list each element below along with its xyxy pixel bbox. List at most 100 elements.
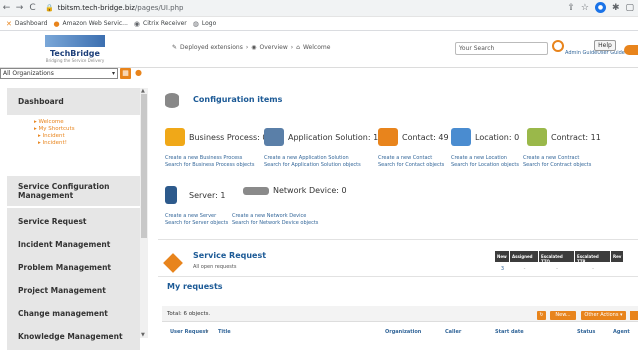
logo-mark <box>45 35 105 47</box>
chevron-down-icon: ▾ <box>111 70 115 77</box>
breadcrumb-item[interactable]: Deployed extensions <box>180 44 243 51</box>
wrench-icon: ✎ <box>172 44 178 51</box>
sr-column-header[interactable]: New <box>495 251 509 262</box>
search-link[interactable]: Search for Contact objects <box>378 162 444 169</box>
breadcrumb-separator: › <box>245 44 249 51</box>
breadcrumb-item[interactable]: Overview <box>259 44 287 51</box>
other-actions-button[interactable]: Other Actions ▾ <box>581 311 626 320</box>
ci-label: Location: 0 <box>475 132 520 142</box>
logo-tagline: Bridging the Service Delivery <box>45 58 105 63</box>
ci-application-solution[interactable]: Application Solution: 11 <box>264 128 383 146</box>
network-device-icon <box>243 186 269 195</box>
bookmark-logo[interactable]: ◍ Logo <box>193 20 217 28</box>
sidebar-item-dashboard[interactable]: Dashboard <box>7 88 140 116</box>
address-bar[interactable]: tbitsm.tech-bridge.biz/pages/UI.php <box>58 4 184 12</box>
share-icon[interactable]: ⇪ <box>567 3 575 13</box>
breadcrumb-item[interactable]: Welcome <box>303 44 330 51</box>
sidebar-scrollbar[interactable]: ▲ ▼ <box>140 88 148 338</box>
new-button[interactable]: New... <box>550 311 576 320</box>
ci-label: Contact: 49 <box>402 132 449 142</box>
search-link[interactable]: Search for Application Solution objects <box>264 162 361 169</box>
search-input[interactable]: Your Search <box>455 42 548 55</box>
sidebar-item-service-configuration[interactable]: Service Configuration Management <box>7 176 140 207</box>
column-status[interactable]: Status <box>577 329 595 335</box>
submenu-item-welcome[interactable]: Welcome <box>34 119 140 126</box>
submenu-item-incident2[interactable]: Incident! <box>34 140 140 147</box>
window-icon[interactable]: ▢ <box>625 3 634 13</box>
techbridge-logo[interactable]: TechBridge Bridging the Service Delivery <box>28 33 122 65</box>
service-request-header: New Assigned Escalated TTO Escalated TTR… <box>495 251 624 264</box>
ci-label: Server: 1 <box>189 190 226 200</box>
search-link[interactable]: Search for Server objects <box>165 220 228 227</box>
search-icon[interactable] <box>552 40 564 52</box>
service-request-title: Service Request <box>193 251 267 260</box>
sr-column-header[interactable]: Escalated TTO <box>539 251 574 264</box>
bookmark-label: Amazon Web Servic... <box>62 20 128 27</box>
search-link[interactable]: Search for Business Process objects <box>165 162 254 169</box>
logo-text: TechBridge <box>50 49 100 58</box>
lock-icon[interactable]: 🔒 <box>45 4 54 12</box>
breadcrumb: ✎ Deployed extensions › ◉ Overview › ⌂ W… <box>172 44 330 51</box>
service-request-subtitle: All open requests <box>193 264 237 270</box>
bookmark-aws[interactable]: ● Amazon Web Servic... <box>53 20 127 28</box>
column-caller[interactable]: Caller <box>445 329 461 335</box>
reload-icon[interactable]: C <box>26 3 39 13</box>
back-icon[interactable]: ← <box>0 3 13 13</box>
star-icon[interactable]: ☆ <box>581 3 589 13</box>
column-agent[interactable]: Agent <box>613 329 630 335</box>
create-link[interactable]: Create a new Application Solution <box>264 155 361 162</box>
sr-column-header[interactable]: Rev <box>611 251 623 262</box>
org-chart-button[interactable]: ▦ <box>120 68 131 79</box>
admin-guide-label: Admin Guide <box>565 50 598 56</box>
sr-column-header[interactable]: Assigned <box>510 251 538 262</box>
help-button[interactable]: Help <box>594 40 616 51</box>
search-link[interactable]: Search for Contract objects <box>523 162 591 169</box>
column-user-request[interactable]: User Request <box>170 329 208 335</box>
ci-links-application-solution: Create a new Application Solution Search … <box>264 155 361 168</box>
sidebar-item-label: Problem Management <box>18 263 112 272</box>
organization-select[interactable]: All Organizations ▾ <box>0 68 118 79</box>
sr-value-escalated-ttr: - <box>592 266 594 272</box>
ci-contract[interactable]: Contract: 11 <box>527 128 601 146</box>
sr-column-header[interactable]: Escalated TTR <box>575 251 610 264</box>
ci-label: Business Process: 0 <box>189 132 268 142</box>
ci-business-process[interactable]: Business Process: 0 <box>165 128 268 146</box>
ci-location[interactable]: Location: 0 <box>451 128 519 146</box>
browser-toolbar: ← → C 🔒 tbitsm.tech-bridge.biz/pages/UI.… <box>0 0 638 17</box>
panel-title: Configuration items <box>193 95 283 104</box>
forward-icon[interactable]: → <box>13 3 26 13</box>
bookmark-dashboard[interactable]: ✕ Dashboard <box>6 20 47 28</box>
create-link[interactable]: Create a new Network Device <box>232 213 318 220</box>
other-actions-label: Other Actions <box>584 312 619 318</box>
ci-label: Application Solution: 11 <box>288 132 384 142</box>
search-link[interactable]: Search for Network Device objects <box>232 220 318 227</box>
bookmark-label: Citrix Receiver <box>143 20 187 27</box>
user-menu-tab[interactable] <box>624 45 638 55</box>
ci-network-device[interactable]: Network Device: 0 <box>243 186 347 195</box>
submenu-item-shortcuts[interactable]: My Shortcuts <box>34 126 140 133</box>
service-request-values: 3 - - - <box>495 266 611 272</box>
column-title[interactable]: Title <box>218 329 231 335</box>
aws-icon: ● <box>53 19 60 28</box>
extension-icon[interactable]: ● <box>594 2 606 13</box>
more-button[interactable] <box>630 311 638 320</box>
refresh-button[interactable]: ↻ <box>537 311 546 320</box>
ci-contact[interactable]: Contact: 49 <box>378 128 449 146</box>
sidebar-item-label: Incident Management <box>18 240 111 249</box>
scrollbar-thumb[interactable] <box>141 94 147 238</box>
submenu-item-incident[interactable]: Incident <box>34 133 140 140</box>
ci-server[interactable]: Server: 1 <box>165 186 225 204</box>
bookmark-citrix[interactable]: ◉ Citrix Receiver <box>134 20 187 28</box>
sort-icon[interactable]: ▾ <box>206 329 209 335</box>
column-organization[interactable]: Organization <box>385 329 421 335</box>
database-icon <box>165 93 179 108</box>
puzzle-icon[interactable]: ✱ <box>612 3 620 13</box>
ci-label: Network Device: 0 <box>273 186 347 195</box>
create-link[interactable]: Create a new Business Process <box>165 155 254 162</box>
scroll-down-icon[interactable]: ▼ <box>141 332 145 338</box>
search-link[interactable]: Search for Location objects <box>451 162 519 169</box>
sidebar-item-knowledge-management[interactable]: Knowledge Management <box>7 323 140 351</box>
alert-icon[interactable]: ● <box>135 68 142 77</box>
sr-value-new[interactable]: 3 <box>495 266 510 272</box>
column-start-date[interactable]: Start date <box>495 329 524 335</box>
